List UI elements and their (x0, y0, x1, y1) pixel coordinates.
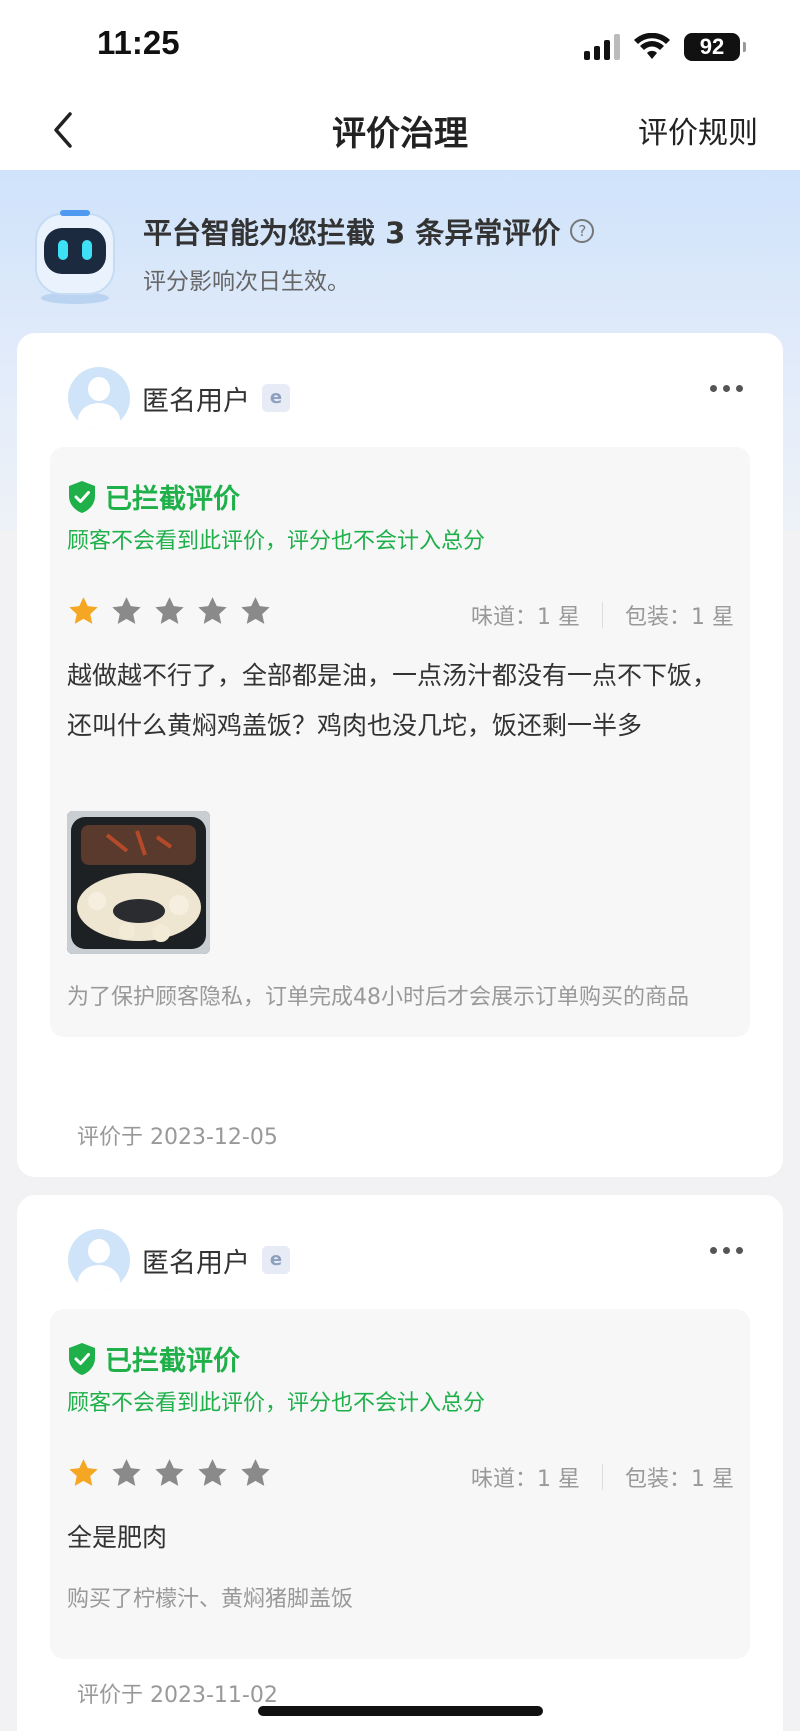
home-indicator[interactable] (258, 1706, 543, 1716)
review-photo[interactable] (67, 811, 210, 954)
divider (602, 1464, 603, 1490)
blocked-description: 顾客不会看到此评价，评分也不会计入总分 (67, 1391, 486, 1416)
star-rating (67, 595, 272, 628)
taste-score: 味道：1 星 (471, 605, 580, 630)
sub-scores: 味道：1 星 包装：1 星 (471, 599, 734, 631)
package-score: 包装：1 星 (625, 605, 734, 630)
verified-badge-icon: e (262, 384, 290, 412)
review-card: 匿名用户 e 已拦截评价 顾客不会看到此评价，评分也不会计入总分 味道：1 星 … (17, 1195, 783, 1731)
blocked-title: 已拦截评价 (105, 484, 240, 515)
review-body: 已拦截评价 顾客不会看到此评价，评分也不会计入总分 味道：1 星 包装：1 星 … (50, 1309, 750, 1659)
star-empty-icon (155, 597, 184, 624)
robot-icon (35, 210, 115, 304)
more-options-icon[interactable] (710, 1247, 743, 1254)
star-filled-icon (69, 1459, 98, 1486)
wifi-icon (634, 33, 670, 59)
star-filled-icon (69, 597, 98, 624)
star-empty-icon (241, 597, 270, 624)
blocked-title: 已拦截评价 (105, 1346, 240, 1377)
review-text: 越做越不行了，全部都是油，一点汤汁都没有一点不下饭，还叫什么黄焖鸡盖饭？鸡肉也没… (67, 661, 718, 740)
review-date: 评价于 2023-12-05 (77, 1125, 278, 1150)
sub-scores: 味道：1 星 包装：1 星 (471, 1461, 734, 1493)
user-name: 匿名用户 (142, 385, 250, 417)
divider (602, 602, 603, 628)
signal-icon (584, 34, 620, 60)
star-empty-icon (155, 1459, 184, 1486)
status-time: 11:25 (97, 24, 180, 61)
more-options-icon[interactable] (710, 385, 743, 392)
privacy-note: 为了保护顾客隐私，订单完成48小时后才会展示订单购买的商品 (67, 985, 689, 1010)
banner-title-text: 平台智能为您拦截 3 条异常评价 (143, 216, 561, 250)
review-rules-link[interactable]: 评价规则 (638, 108, 758, 152)
avatar (68, 1229, 130, 1291)
shield-check-icon (69, 480, 95, 513)
status-icons: 92 (584, 30, 746, 64)
avatar (68, 367, 130, 429)
package-score: 包装：1 星 (625, 1467, 734, 1492)
review-card: 匿名用户 e 已拦截评价 顾客不会看到此评价，评分也不会计入总分 味道：1 星 … (17, 333, 783, 1177)
shield-check-icon (69, 1342, 95, 1375)
blocked-status: 已拦截评价 (67, 1339, 240, 1378)
review-body: 已拦截评价 顾客不会看到此评价，评分也不会计入总分 味道：1 星 包装：1 星 … (50, 447, 750, 1037)
banner-subtitle: 评分影响次日生效。 (143, 269, 350, 295)
star-empty-icon (241, 1459, 270, 1486)
battery-icon: 92 (684, 33, 746, 61)
food-photo-image (67, 811, 210, 954)
star-empty-icon (112, 1459, 141, 1486)
taste-score: 味道：1 星 (471, 1467, 580, 1492)
review-date: 评价于 2023-11-02 (77, 1683, 278, 1708)
banner-title: 平台智能为您拦截 3 条异常评价 ? (143, 210, 595, 252)
review-text: 全是肥肉 (67, 1523, 168, 1552)
user-name: 匿名用户 (142, 1247, 250, 1279)
status-bar: 11:25 92 (0, 0, 800, 90)
help-icon[interactable]: ? (570, 219, 595, 243)
verified-badge-icon: e (262, 1246, 290, 1274)
review-user: 匿名用户 e (68, 1229, 290, 1291)
star-rating (67, 1457, 272, 1490)
purchased-items-note: 购买了柠檬汁、黄焖猪脚盖饭 (67, 1587, 354, 1612)
nav-bar: 评价治理 评价规则 (0, 90, 800, 170)
blocked-description: 顾客不会看到此评价，评分也不会计入总分 (67, 529, 486, 554)
blocked-status: 已拦截评价 (67, 477, 240, 516)
star-empty-icon (198, 597, 227, 624)
review-user: 匿名用户 e (68, 367, 290, 429)
star-empty-icon (112, 597, 141, 624)
star-empty-icon (198, 1459, 227, 1486)
